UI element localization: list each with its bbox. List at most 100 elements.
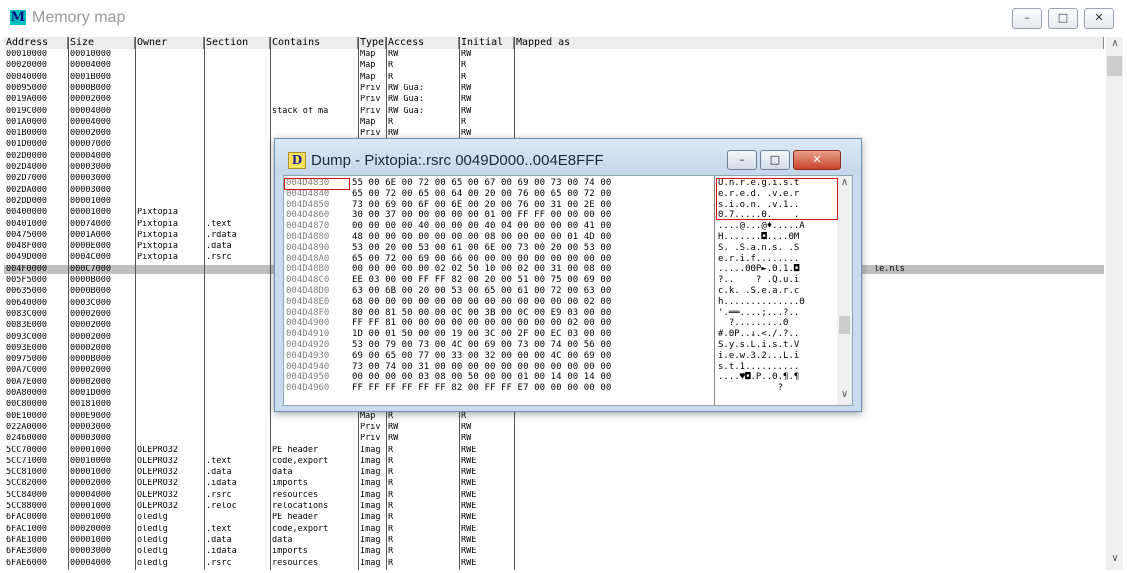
dump-hex-bytes: 48 00 00 00 00 00 00 00 08 00 00 00 00 0…	[352, 232, 612, 242]
table-row[interactable]: 00E10000 000E9000 Map R R	[4, 412, 1104, 421]
dump-row[interactable]: 004D4900 FF FF 81 00 00 00 00 00 00 00 00…	[284, 318, 852, 328]
dump-ascii: U.n.r.e.g.i.s.t	[718, 178, 800, 188]
table-row[interactable]: 02460000 00003000 Priv RW RW	[4, 434, 1104, 443]
table-cell	[270, 423, 358, 432]
table-cell	[204, 412, 270, 421]
table-row[interactable]: 0019A000 00002000 Priv RW Gua: RW	[4, 95, 1104, 104]
dump-row[interactable]: 004D4890 53 00 20 00 53 00 61 00 6E 00 73…	[284, 243, 852, 253]
table-row[interactable]: 00040000 0001B000 Map R R	[4, 73, 1104, 82]
table-cell: 00002000	[70, 366, 111, 376]
table-row[interactable]: 6FAE6000 00004000 oledlg .rsrc resources Imag…	[4, 559, 1104, 568]
table-cell: R	[388, 411, 394, 421]
table-row[interactable]: 5CC88000 00001000 OLEPRO32 .reloc relocation…	[4, 502, 1104, 511]
column-header-cell[interactable]: Section	[204, 37, 270, 49]
table-row[interactable]: 001B0000 00002000 Priv RW RW	[4, 129, 1104, 138]
table-cell	[270, 95, 358, 104]
table-row[interactable]: 00020000 00004000 Map R R	[4, 61, 1104, 70]
table-cell	[204, 434, 270, 443]
dump-row[interactable]: 004D48E0 68 00 00 00 00 00 00 00 00 00 00…	[284, 297, 852, 307]
dump-row[interactable]: 004D4920 53 00 79 00 73 00 4C 00 69 00 73…	[284, 340, 852, 350]
table-cell	[204, 129, 270, 138]
column-header-cell[interactable]: Size	[68, 37, 135, 49]
table-cell	[204, 344, 270, 353]
dump-maximize-button[interactable]: □	[760, 150, 790, 170]
vertical-scrollbar[interactable]	[1106, 37, 1123, 570]
dump-row[interactable]: 004D4870 00 00 00 00 40 00 00 00 40 04 00…	[284, 221, 852, 231]
dump-row[interactable]: 004D4860 30 00 37 00 00 00 00 00 01 00 FF…	[284, 210, 852, 220]
scroll-down-icon[interactable]: ∨	[1109, 553, 1121, 564]
dump-row[interactable]: 004D48D0 63 00 6B 00 20 00 53 00 65 00 61…	[284, 286, 852, 296]
dump-row[interactable]: 004D48C0 EE 03 00 00 FF FF 82 00 20 00 51…	[284, 275, 852, 285]
table-cell	[135, 400, 204, 409]
table-row[interactable]: 00095000 0000B000 Priv RW Gua: RW	[4, 84, 1104, 93]
maximize-button[interactable]: □	[1048, 8, 1078, 29]
dump-hex-bytes: 68 00 00 00 00 00 00 00 00 00 00 00 00 0…	[352, 296, 612, 307]
dump-minimize-button[interactable]: –	[727, 150, 757, 170]
table-row[interactable]: 001A0000 00004000 Map R R	[4, 118, 1104, 127]
scrollbar-thumb[interactable]	[1107, 56, 1122, 76]
table-cell	[135, 423, 204, 432]
table-cell	[204, 140, 270, 149]
table-row[interactable]: 6FAE3000 00003000 oledlg .idata imports Imag R…	[4, 547, 1104, 556]
table-cell	[204, 95, 270, 104]
table-cell: 6FAC0000	[6, 513, 47, 523]
dump-row[interactable]: 004D4960 FF FF FF FF FF FF 82 00 FF FF E7…	[284, 383, 852, 393]
table-cell: resources	[272, 558, 319, 568]
dump-title-bar[interactable]: D Dump - Pixtopia:.rsrc 0049D000..004E8F…	[275, 139, 861, 175]
table-cell: R	[388, 513, 394, 523]
dump-row[interactable]: 004D48F0 80 00 81 50 00 00 0C 00 3B 00 0C…	[284, 308, 852, 318]
table-row[interactable]: 6FAE1000 00001000 oledlg .data data Imag R RWE	[4, 536, 1104, 545]
table-row[interactable]: 5CC84000 00004000 OLEPRO32 .rsrc resources Im…	[4, 491, 1104, 500]
table-cell: R	[388, 479, 394, 489]
table-cell	[135, 186, 204, 195]
dump-row[interactable]: 004D4940 73 00 74 00 31 00 00 00 00 00 00…	[284, 362, 852, 372]
dump-ascii: h..............Θ	[718, 296, 805, 307]
title-bar[interactable]: M Memory map – □ ✕	[0, 0, 1127, 36]
dump-scroll-up-icon[interactable]: ∧	[839, 177, 850, 188]
column-header-cell[interactable]: Initial	[459, 37, 514, 49]
dump-row[interactable]: 004D4830 55 00 6E 00 72 00 65 00 67 00 69…	[284, 178, 852, 188]
scroll-up-icon[interactable]: ∧	[1109, 38, 1121, 49]
column-header-cell[interactable]: Address	[4, 37, 68, 49]
dump-row[interactable]: 004D4950 00 00 00 00 03 08 00 50 00 00 01…	[284, 372, 852, 382]
dump-row[interactable]: 004D4930 69 00 65 00 77 00 33 00 32 00 00…	[284, 351, 852, 361]
column-header-cell[interactable]: Owner	[135, 37, 204, 49]
dump-hex-bytes: 53 00 79 00 73 00 4C 00 69 00 73 00 74 0…	[352, 340, 612, 350]
table-row[interactable]: 0019C000 00004000 stack of ma Priv RW Gua: RW	[4, 107, 1104, 116]
close-button[interactable]: ✕	[1084, 8, 1114, 29]
dump-hex-view[interactable]: 004D4830 55 00 6E 00 72 00 65 00 67 00 69…	[283, 175, 853, 406]
table-row[interactable]: 00010000 00010000 Map RW RW	[4, 50, 1104, 59]
dump-ascii: e.r.i.f........	[718, 253, 800, 264]
dump-address: 004D4960	[286, 383, 330, 394]
dump-row[interactable]: 004D48A0 65 00 72 00 69 00 66 00 00 00 00…	[284, 254, 852, 264]
dump-row[interactable]: 004D48B0 00 00 00 00 00 02 02 50 10 00 02…	[284, 264, 852, 274]
table-cell: RW Gua:	[388, 95, 424, 105]
table-row[interactable]: 5CC71000 00010000 OLEPRO32 .text code,export…	[4, 457, 1104, 466]
table-row[interactable]: 022A0000 00003000 Priv RW RW	[4, 423, 1104, 432]
table-row[interactable]: 6FAC1000 00020000 oledlg .text code,export Im…	[4, 525, 1104, 534]
dump-row[interactable]: 004D4880 48 00 00 00 00 00 00 00 08 00 00…	[284, 232, 852, 242]
dump-hex-bytes: 55 00 6E 00 72 00 65 00 67 00 69 00 73 0…	[352, 178, 612, 188]
column-header-cell[interactable]: Access	[386, 37, 459, 49]
column-header-cell[interactable]: Type	[358, 37, 386, 49]
table-row[interactable]: 5CC70000 00001000 OLEPRO32 PE header Imag R RW…	[4, 446, 1104, 455]
table-row[interactable]: 5CC81000 00001000 OLEPRO32 .data data Imag R RW…	[4, 468, 1104, 477]
dump-row[interactable]: 004D4840 65 00 72 00 65 00 64 00 20 00 76…	[284, 189, 852, 199]
table-row[interactable]: 5CC82000 00002000 OLEPRO32 .idata imports Ima…	[4, 479, 1104, 488]
dump-scrollbar-thumb[interactable]	[839, 316, 850, 334]
table-row[interactable]: 6FAC0000 00001000 oledlg PE header Imag R RWE	[4, 513, 1104, 522]
table-cell	[204, 333, 270, 342]
dump-row[interactable]: 004D4850 73 00 69 00 6F 00 6E 00 20 00 76…	[284, 200, 852, 210]
dump-window[interactable]: D Dump - Pixtopia:.rsrc 0049D000..004E8F…	[274, 138, 862, 412]
column-header-cell[interactable]: Contains	[270, 37, 358, 49]
table-cell: 00003000	[70, 422, 111, 432]
table-cell: 00002000	[70, 309, 111, 319]
dump-scroll-down-icon[interactable]: ∨	[839, 389, 850, 400]
dump-vertical-scrollbar[interactable]	[837, 176, 852, 405]
column-header-cell[interactable]: Mapped as	[514, 37, 1104, 49]
minimize-button[interactable]: –	[1012, 8, 1042, 29]
table-cell	[204, 118, 270, 127]
table-cell	[135, 276, 204, 285]
dump-close-button[interactable]: ✕	[793, 150, 841, 170]
dump-row[interactable]: 004D4910 1D 00 01 50 00 00 19 00 3C 00 2F…	[284, 329, 852, 339]
